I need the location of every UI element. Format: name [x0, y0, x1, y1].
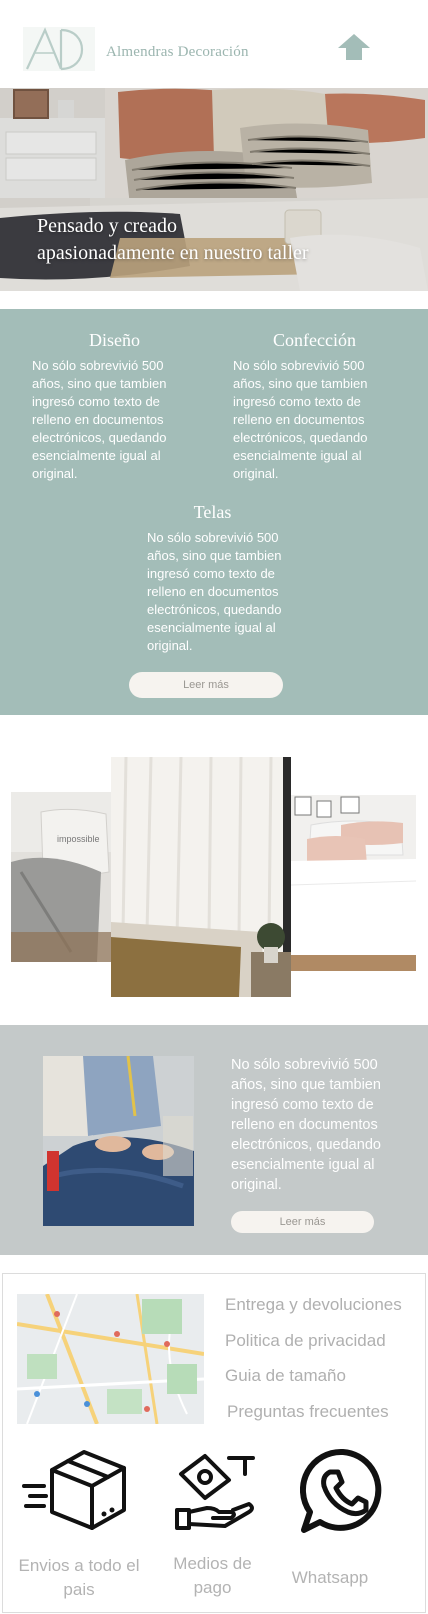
read-more-button[interactable]: Leer más	[129, 672, 283, 698]
workshop-body: No sólo sobrevivió 500 años, sino que ta…	[231, 1057, 381, 1193]
feature-title-design: Diseño	[89, 330, 140, 350]
brand-name[interactable]: Almendras Decoración	[106, 44, 249, 61]
location-map[interactable]	[17, 1294, 204, 1424]
whatsapp-icon[interactable]	[299, 1448, 386, 1534]
feature-body-making: No sólo sobrevivió 500 años, sino que ta…	[233, 358, 368, 481]
gallery-photo-curtains[interactable]	[111, 757, 291, 997]
feature-body-fabrics: No sólo sobrevivió 500 años, sino que ta…	[147, 530, 282, 653]
hero-headline: Pensado y creado apasionadamente en nues…	[37, 213, 397, 267]
hero-line-2: apasionadamente en nuestro taller	[37, 242, 309, 264]
site-header: Almendras Decoración	[0, 0, 428, 88]
link-size-guide[interactable]: Guia de tamaño	[225, 1366, 346, 1386]
payment-hand-money-icon	[173, 1452, 257, 1532]
workshop-read-more-button[interactable]: Leer más	[231, 1211, 374, 1233]
hero-line-1: Pensado y creado	[37, 215, 177, 237]
payment-label: Medios de pago	[173, 1554, 252, 1597]
feature-body-design: No sólo sobrevivió 500 años, sino que ta…	[32, 358, 167, 481]
workshop-photo	[43, 1056, 194, 1226]
feature-title-making: Confección	[273, 330, 356, 350]
gallery-photo-pillow[interactable]: impossible	[11, 792, 111, 962]
shipping-label: Envios a todo el pais	[18, 1556, 140, 1599]
shipping-box-icon	[22, 1448, 130, 1532]
brand-logo[interactable]	[23, 27, 95, 71]
svg-text:impossible: impossible	[57, 834, 100, 844]
feature-title-fabrics: Telas	[193, 502, 232, 522]
link-faq[interactable]: Preguntas frecuentes	[227, 1402, 389, 1422]
home-arrow-icon[interactable]	[336, 32, 372, 62]
gallery-photo-white-bed[interactable]	[291, 795, 416, 971]
link-privacy-policy[interactable]: Politica de privacidad	[225, 1331, 386, 1351]
link-delivery-returns[interactable]: Entrega y devoluciones	[225, 1295, 402, 1315]
whatsapp-label[interactable]: Whatsapp	[280, 1566, 380, 1590]
